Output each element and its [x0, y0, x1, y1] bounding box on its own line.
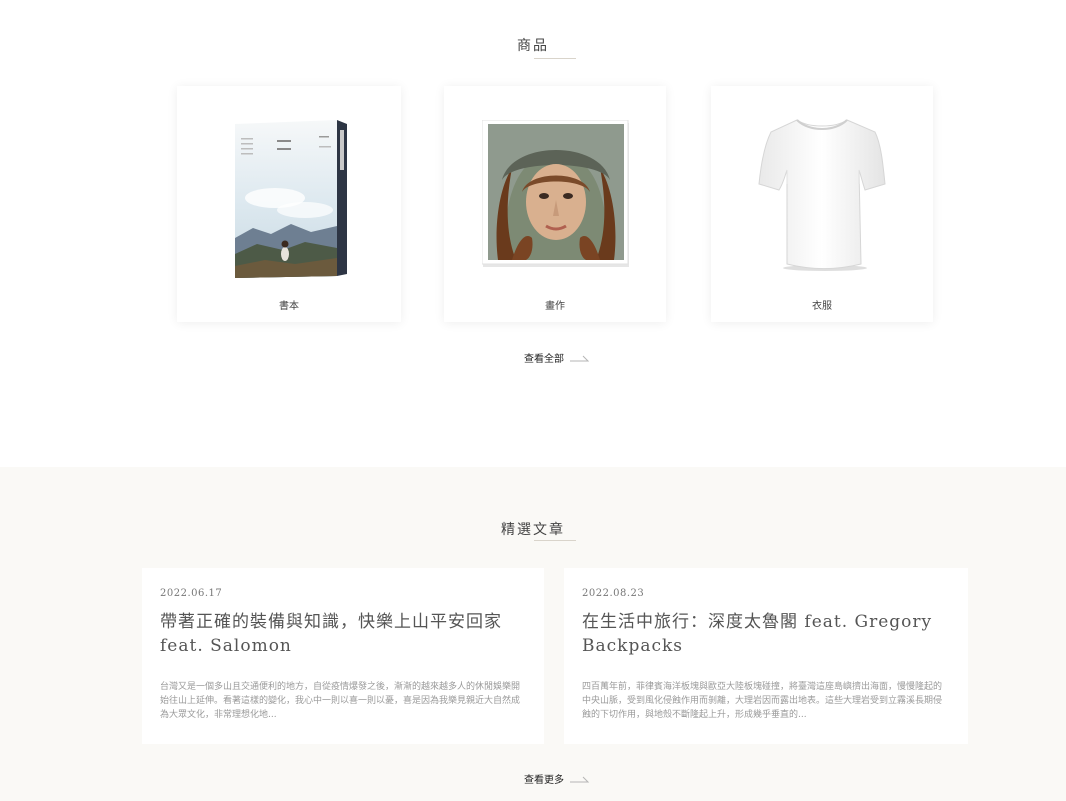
product-card-book[interactable]: 書本 [177, 86, 401, 322]
view-all-link[interactable]: 查看全部 [524, 350, 590, 365]
portrait-painting-image [482, 120, 629, 267]
article-date: 2022.08.23 [582, 588, 645, 599]
white-tshirt-image [758, 119, 886, 271]
product-card-label: 書本 [279, 301, 299, 312]
view-more-label: 查看更多 [524, 775, 564, 786]
product-card-label: 衣服 [812, 301, 832, 312]
article-excerpt: 台灣又是一個多山且交通便利的地方，自從疫情爆發之後，漸漸的越來越多人的休閒娛樂開… [160, 682, 521, 720]
article-card[interactable]: 2022.06.17 帶著正確的裝備與知識，快樂上山平安回家 feat. Sal… [142, 568, 544, 744]
arrow-right-icon [570, 355, 590, 361]
article-title[interactable]: 帶著正確的裝備與知識，快樂上山平安回家 feat. Salomon [160, 610, 526, 658]
article-excerpt: 四百萬年前，菲律賓海洋板塊與歐亞大陸板塊碰撞，將臺灣這座島嶼擠出海面，慢慢隆起的… [582, 682, 943, 720]
article-title[interactable]: 在生活中旅行：深度太魯閣 feat. Gregory Backpacks [582, 610, 950, 658]
book-cover-image [235, 120, 347, 278]
articles-heading: 精選文章 [501, 522, 565, 538]
product-card-clothing[interactable]: 衣服 [711, 86, 933, 322]
product-card-label: 畫作 [545, 301, 565, 312]
view-more-link[interactable]: 查看更多 [524, 771, 590, 786]
arrow-right-icon [570, 776, 590, 782]
article-date: 2022.06.17 [160, 588, 223, 599]
articles-heading-underline [534, 540, 576, 541]
products-heading: 商品 [517, 38, 549, 54]
products-section: 商品 書本 畫作 衣服 查看全部 [0, 0, 1066, 467]
product-card-painting[interactable]: 畫作 [444, 86, 666, 322]
products-heading-underline [534, 58, 576, 59]
articles-section: 精選文章 2022.06.17 帶著正確的裝備與知識，快樂上山平安回家 feat… [0, 467, 1066, 801]
view-all-label: 查看全部 [524, 354, 564, 365]
article-card[interactable]: 2022.08.23 在生活中旅行：深度太魯閣 feat. Gregory Ba… [564, 568, 968, 744]
